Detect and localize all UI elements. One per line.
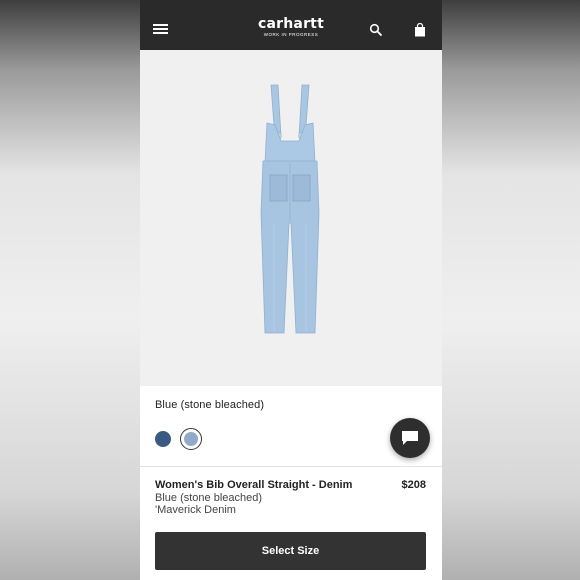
product-info-panel: Blue (stone bleached) Women's Bib Overal… <box>140 386 442 580</box>
selected-color-label: Blue (stone bleached) <box>155 399 265 411</box>
product-fabric: 'Maverick Denim <box>155 504 236 516</box>
product-image-overalls <box>260 84 320 334</box>
product-title: Women's Bib Overall Straight - Denim <box>155 479 353 491</box>
select-size-button[interactable]: Select Size <box>155 532 426 570</box>
top-navigation-bar: carhartt WORK IN PROGRESS <box>140 0 442 50</box>
color-swatch-dark-blue[interactable] <box>155 431 171 447</box>
chat-button[interactable] <box>390 418 430 458</box>
search-icon[interactable] <box>369 23 383 37</box>
menu-icon[interactable] <box>153 24 169 36</box>
brand-logo[interactable]: carhartt WORK IN PROGRESS <box>245 16 337 38</box>
product-price: $208 <box>401 479 426 491</box>
product-image-area[interactable] <box>140 50 442 386</box>
product-color-name: Blue (stone bleached) <box>155 492 263 504</box>
color-swatch-stone-bleached[interactable] <box>180 428 202 450</box>
phone-screen: carhartt WORK IN PROGRESS Blue (stone bl… <box>140 0 442 580</box>
divider <box>140 466 442 467</box>
chat-bubble-icon <box>402 431 418 445</box>
shopping-bag-icon[interactable] <box>414 22 426 37</box>
brand-name: carhartt <box>258 16 324 32</box>
brand-tagline: WORK IN PROGRESS <box>263 32 319 37</box>
